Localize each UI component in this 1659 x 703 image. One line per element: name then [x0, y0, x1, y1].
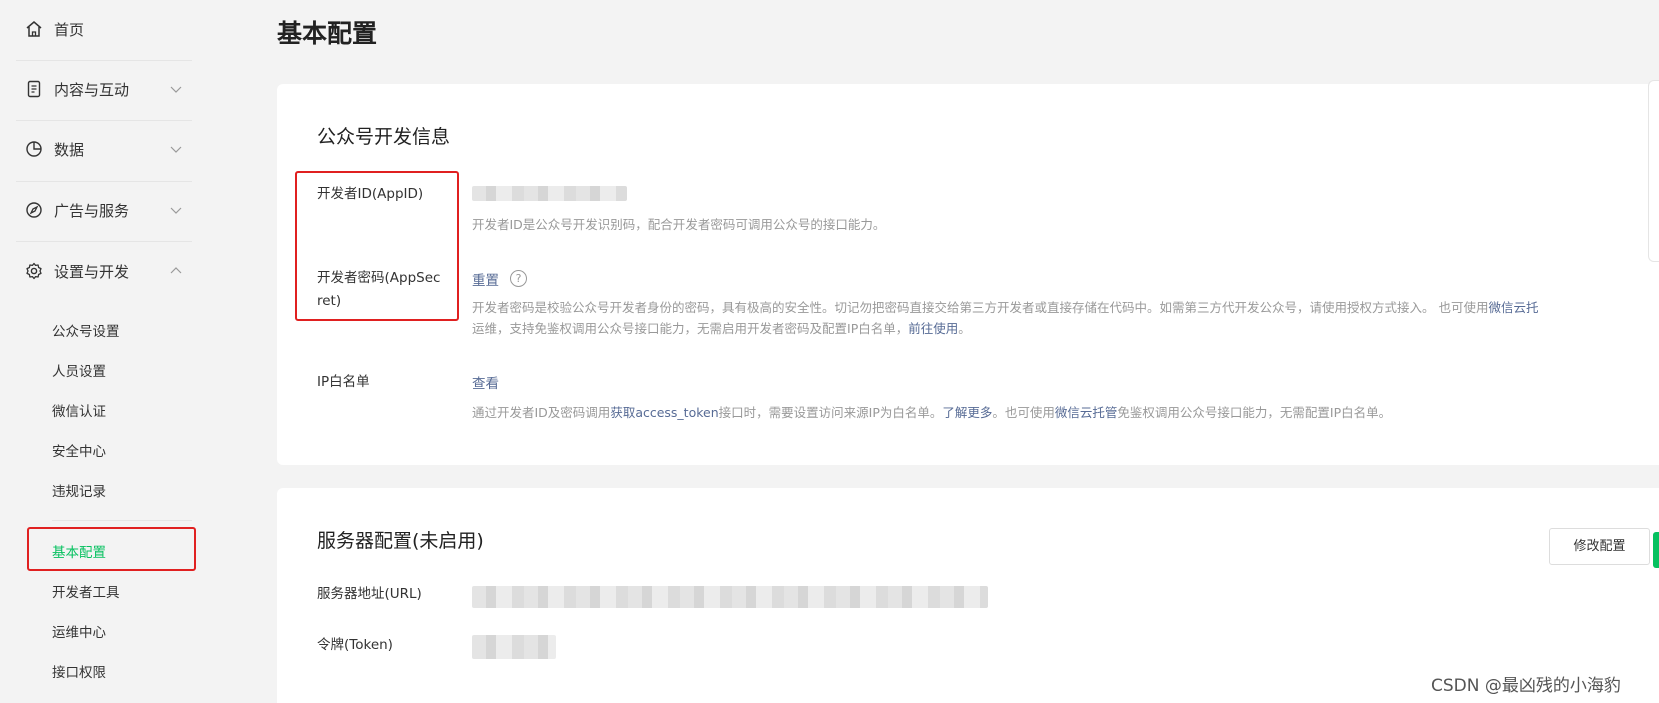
- ip-desc-text: 接口时，需要设置访问来源IP为白名单。: [718, 405, 943, 420]
- section-title: 服务器配置(未启用): [317, 530, 484, 552]
- secret-description-line1: 开发者密码是校验公众号开发者身份的密码，具有极高的安全性。切记勿把密码直接交给第…: [472, 297, 1539, 318]
- chevron-down-icon: [170, 86, 182, 93]
- ip-desc-text: 免鉴权调用公众号接口能力，无需配置IP白名单。: [1117, 405, 1392, 420]
- view-whitelist-link[interactable]: 查看: [472, 372, 499, 392]
- document-icon: [24, 79, 44, 99]
- ip-description: 通过开发者ID及密码调用获取access_token接口时，需要设置访问来源IP…: [472, 402, 1391, 423]
- token-value-blurred: [472, 635, 556, 659]
- watermark: CSDN @最凶残的小海豹: [1431, 676, 1621, 696]
- ip-desc-text: 通过开发者ID及密码调用: [472, 405, 611, 420]
- nav-sub-api-permissions[interactable]: 接口权限: [52, 663, 106, 683]
- go-use-link[interactable]: 前往使用: [908, 321, 958, 336]
- nav-ads[interactable]: 广告与服务: [16, 179, 192, 241]
- help-icon[interactable]: ?: [510, 270, 527, 287]
- nav-sub-violations[interactable]: 违规记录: [52, 482, 106, 502]
- edit-config-button[interactable]: 修改配置: [1549, 528, 1650, 565]
- nav-sub-staff-settings[interactable]: 人员设置: [52, 362, 106, 382]
- highlight-box: [295, 171, 459, 321]
- nav-sub-verification[interactable]: 微信认证: [52, 402, 106, 422]
- access-token-link[interactable]: 获取access_token: [610, 405, 718, 420]
- appid-description: 开发者ID是公众号开发识别码，配合开发者密码可调用公众号的接口能力。: [472, 217, 886, 232]
- nav-data[interactable]: 数据: [16, 118, 192, 180]
- gear-icon: [24, 261, 44, 281]
- nav-sub-security[interactable]: 安全中心: [52, 442, 106, 462]
- home-icon: [24, 19, 44, 39]
- learn-more-link[interactable]: 了解更多: [942, 405, 992, 420]
- ip-whitelist-label: IP白名单: [317, 374, 370, 390]
- nav-content[interactable]: 内容与互动: [16, 58, 192, 120]
- secret-desc-text: 开发者密码是校验公众号开发者身份的密码，具有极高的安全性。切记勿把密码直接交给第…: [472, 300, 1489, 315]
- nav-content-label: 内容与互动: [54, 80, 130, 99]
- page-title: 基本配置: [277, 19, 378, 48]
- appid-value-blurred: [472, 186, 627, 201]
- nav-sub-dev-tools[interactable]: 开发者工具: [52, 583, 120, 603]
- server-url-label: 服务器地址(URL): [317, 586, 422, 602]
- highlight-box: [27, 527, 196, 571]
- sidebar: 首页 内容与互动 数据 广告与服务 设置与开发 公众号设置 人员设置 微信认证 …: [0, 0, 210, 703]
- token-label: 令牌(Token): [317, 637, 393, 653]
- nav-sub-account-settings[interactable]: 公众号设置: [52, 322, 120, 342]
- server-url-value-blurred: [472, 586, 988, 608]
- reset-secret-link[interactable]: 重置: [472, 269, 499, 289]
- section-title: 公众号开发信息: [317, 126, 451, 148]
- nav-data-label: 数据: [54, 140, 85, 159]
- secret-desc-text: 运维，支持免鉴权调用公众号接口能力，无需启用开发者密码及配置IP白名单，: [472, 321, 909, 336]
- secret-desc-text: 。: [958, 321, 971, 336]
- nav-home-label: 首页: [54, 20, 85, 39]
- primary-button-edge[interactable]: [1653, 532, 1659, 568]
- secret-description-line2: 运维，支持免鉴权调用公众号接口能力，无需启用开发者密码及配置IP白名单，前往使用…: [472, 318, 971, 339]
- nav-home[interactable]: 首页: [16, 0, 192, 60]
- chevron-down-icon: [170, 207, 182, 214]
- nav-ads-label: 广告与服务: [54, 201, 130, 220]
- divider: [52, 520, 192, 521]
- compass-icon: [24, 200, 44, 220]
- nav-settings[interactable]: 设置与开发: [16, 240, 192, 302]
- chart-pie-icon: [24, 139, 44, 159]
- dev-info-card: 公众号开发信息 开发者ID(AppID) 开发者ID是公众号开发识别码，配合开发…: [277, 84, 1659, 465]
- chevron-down-icon: [170, 146, 182, 153]
- nav-sub-ops-center[interactable]: 运维中心: [52, 623, 106, 643]
- side-panel-edge: [1648, 80, 1659, 262]
- ip-desc-text: 。也可使用: [992, 405, 1055, 420]
- cloud-hosting-link[interactable]: 微信云托管: [1055, 405, 1118, 420]
- nav-settings-label: 设置与开发: [54, 262, 130, 281]
- cloud-hosting-link[interactable]: 微信云托: [1488, 300, 1538, 315]
- chevron-up-icon: [170, 267, 182, 274]
